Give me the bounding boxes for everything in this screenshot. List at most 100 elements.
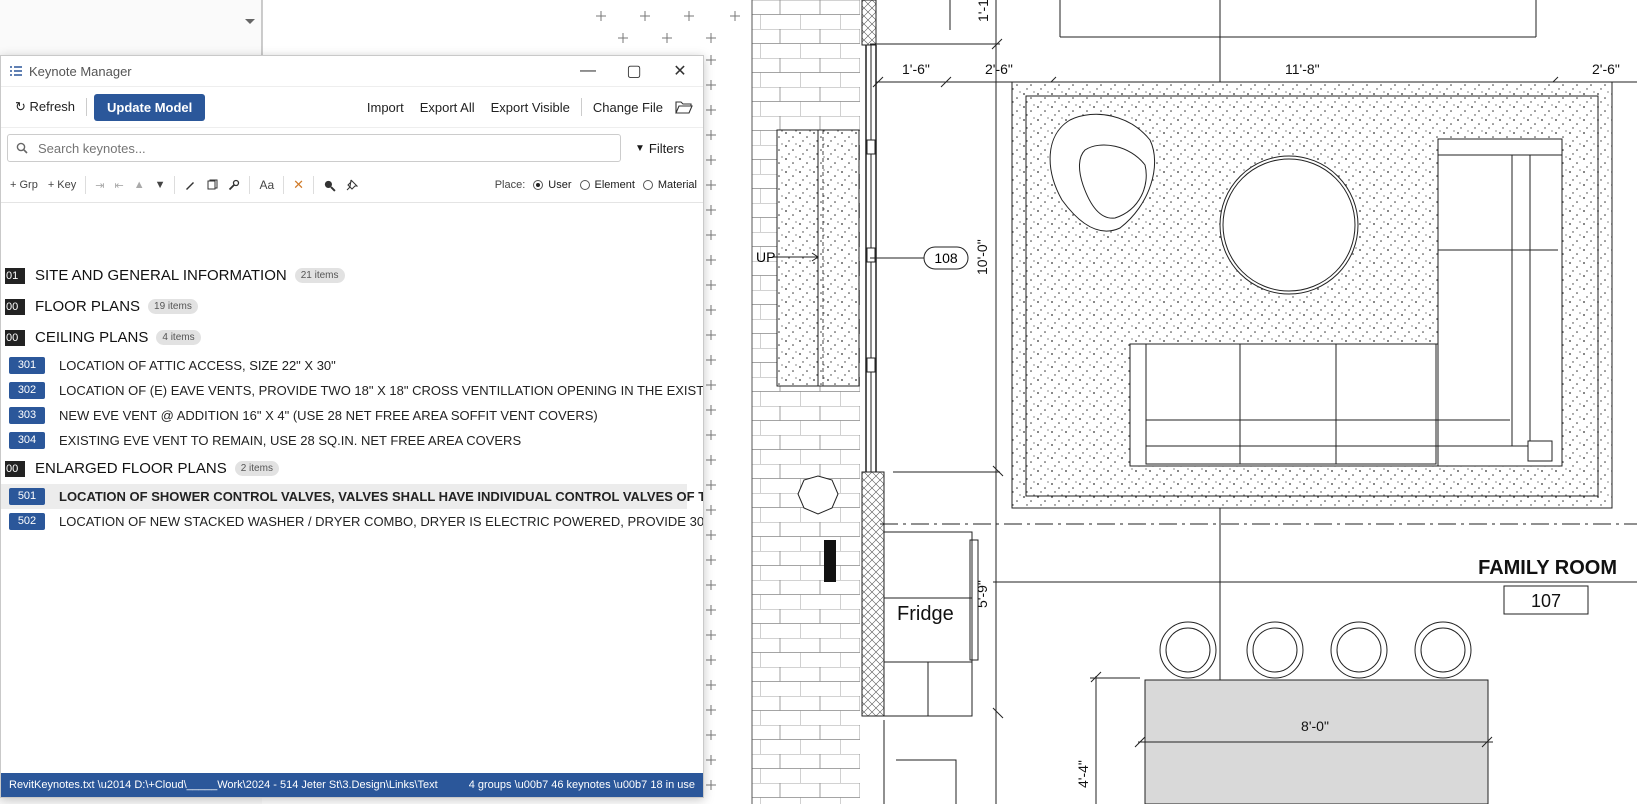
- search-icon: [16, 142, 28, 154]
- keynote-text: LOCATION OF SHOWER CONTROL VALVES, VALVE…: [59, 489, 704, 504]
- place-user-radio[interactable]: [533, 180, 544, 190]
- update-model-button[interactable]: Update Model: [94, 93, 206, 121]
- keynote-code: 304: [9, 432, 45, 449]
- toolbar-separator: [86, 98, 88, 116]
- minimize-button[interactable]: —: [565, 56, 611, 86]
- keynote-row[interactable]: 302 LOCATION OF (E) EAVE VENTS, PROVIDE …: [1, 378, 703, 403]
- item-count-badge: 21 items: [294, 268, 345, 283]
- import-button[interactable]: Import: [359, 96, 412, 119]
- item-count-badge: 4 items: [156, 330, 201, 345]
- item-count-badge: 19 items: [148, 299, 198, 314]
- stair-up-label: UP: [756, 249, 775, 265]
- close-button[interactable]: ✕: [657, 56, 703, 86]
- room-number: 107: [1531, 591, 1561, 611]
- dim-8-0: 8'-0": [1301, 718, 1329, 734]
- window-title: Keynote Manager: [29, 63, 132, 79]
- keynote-code: 502: [9, 513, 45, 530]
- keynote-code: 302: [9, 382, 45, 399]
- search-input[interactable]: [36, 139, 580, 157]
- status-file-path: RevitKeynotes.txt \u2014 D:\+Cloud\_____…: [9, 779, 438, 791]
- group-row[interactable]: 00 ENLARGED FLOOR PLANS 2 items: [1, 453, 687, 484]
- title-bar[interactable]: Keynote Manager — ▢ ✕: [1, 56, 703, 87]
- action-separator: [283, 176, 285, 194]
- refresh-button[interactable]: ↻ Refresh: [7, 95, 83, 119]
- add-group-button[interactable]: + Grp: [5, 179, 43, 191]
- move-down-button[interactable]: ▼: [150, 179, 171, 191]
- group-code: 00: [5, 329, 25, 346]
- group-code: 00: [5, 298, 25, 315]
- find-in-model-icon[interactable]: [318, 179, 341, 192]
- place-element-label: Element: [594, 179, 635, 191]
- outdent-button[interactable]: ⇤: [109, 179, 128, 192]
- filters-button[interactable]: ▼ Filters: [635, 141, 684, 156]
- group-code: 00: [5, 460, 25, 477]
- keynote-text: LOCATION OF ATTIC ACCESS, SIZE 22" X 30": [59, 358, 336, 373]
- place-element-radio[interactable]: [579, 180, 590, 190]
- main-toolbar: ↻ Refresh Update Model Import Export All…: [1, 87, 703, 128]
- keynote-row[interactable]: 303 NEW EVE VENT @ ADDITION 16" X 4" (US…: [1, 403, 687, 428]
- search-row: ▼ Filters: [1, 128, 703, 168]
- dim-2-6-left: 2'-6": [985, 61, 1013, 77]
- group-row[interactable]: 00 CEILING PLANS 4 items: [1, 322, 687, 353]
- list-icon: [10, 66, 22, 76]
- group-title: SITE AND GENERAL INFORMATION: [35, 267, 287, 284]
- dim-1-1: 1'-1: [975, 0, 991, 22]
- dim-11-8: 11'-8": [1285, 61, 1320, 77]
- fridge-label: Fridge: [897, 603, 954, 625]
- duplicate-icon[interactable]: [201, 179, 223, 191]
- export-all-button[interactable]: Export All: [412, 96, 483, 119]
- keynote-code: 301: [9, 357, 45, 374]
- place-label: Place:: [494, 179, 526, 191]
- status-summary: 4 groups \u00b7 46 keynotes \u00b7 18 in…: [468, 779, 695, 791]
- keynote-manager-window[interactable]: Keynote Manager — ▢ ✕ ↻ Refresh Update M…: [0, 55, 704, 798]
- text-case-button[interactable]: Aa: [254, 178, 279, 192]
- keynote-text: NEW EVE VENT @ ADDITION 16" X 4" (USE 28…: [59, 408, 598, 423]
- keynote-text: LOCATION OF NEW STACKED WASHER / DRYER C…: [59, 514, 704, 529]
- keynote-text: EXISTING EVE VENT TO REMAIN, USE 28 SQ.I…: [59, 433, 522, 448]
- keynote-text: LOCATION OF (E) EAVE VENTS, PROVIDE TWO …: [59, 383, 704, 398]
- toolbar-separator: [580, 98, 582, 116]
- group-title: ENLARGED FLOOR PLANS: [35, 460, 227, 477]
- wrench-icon[interactable]: [223, 179, 245, 191]
- place-material-radio[interactable]: [642, 180, 653, 190]
- indent-button[interactable]: ⇥: [90, 179, 109, 192]
- action-separator: [85, 176, 87, 194]
- keynote-row[interactable]: 304 EXISTING EVE VENT TO REMAIN, USE 28 …: [1, 428, 687, 453]
- keynote-code: 501: [9, 488, 45, 505]
- keynote-code: 303: [9, 407, 45, 424]
- keynote-row-selected[interactable]: 501 LOCATION OF SHOWER CONTROL VALVES, V…: [1, 484, 703, 509]
- keynote-row[interactable]: 301 LOCATION OF ATTIC ACCESS, SIZE 22" X…: [1, 353, 687, 378]
- bar-stools: [1159, 621, 1472, 679]
- filter-arrow-icon: ▼: [635, 142, 645, 154]
- place-user-label: User: [548, 179, 572, 191]
- item-count-badge: 2 items: [234, 461, 279, 476]
- dim-4-4: 4'-4": [1075, 760, 1091, 788]
- maximize-button[interactable]: ▢: [611, 56, 657, 86]
- place-material-label: Material: [657, 179, 697, 191]
- delete-button[interactable]: ✕: [288, 177, 309, 193]
- group-row[interactable]: 01 SITE AND GENERAL INFORMATION 21 items: [1, 260, 687, 291]
- search-box[interactable]: [7, 134, 621, 162]
- action-separator: [313, 176, 315, 194]
- action-separator: [249, 176, 251, 194]
- status-bar: RevitKeynotes.txt \u2014 D:\+Cloud\_____…: [1, 773, 703, 797]
- door-tag-108: 108: [934, 250, 958, 266]
- folder-open-icon[interactable]: [675, 100, 693, 114]
- group-row[interactable]: 00 FLOOR PLANS 19 items: [1, 291, 687, 322]
- pin-icon[interactable]: [341, 179, 363, 191]
- filters-label: Filters: [648, 140, 685, 156]
- room-name: FAMILY ROOM: [1478, 557, 1617, 579]
- move-up-button[interactable]: ▲: [129, 179, 150, 191]
- action-separator: [174, 176, 176, 194]
- keynote-tree[interactable]: 01 SITE AND GENERAL INFORMATION 21 items…: [1, 256, 703, 796]
- keynote-row[interactable]: 502 LOCATION OF NEW STACKED WASHER / DRY…: [1, 509, 703, 534]
- export-visible-button[interactable]: Export Visible: [483, 96, 578, 119]
- edit-pencil-icon[interactable]: [179, 179, 201, 191]
- action-bar: + Grp + Key ⇥ ⇤ ▲ ▼ Aa ✕ Place: User Ele…: [1, 168, 703, 203]
- group-code: 01: [5, 267, 25, 284]
- add-key-button[interactable]: + Key: [43, 179, 81, 191]
- dim-10-0: 10'-0": [974, 239, 990, 275]
- group-title: FLOOR PLANS: [35, 298, 141, 315]
- change-file-button[interactable]: Change File: [585, 96, 671, 119]
- dim-5-9: 5'-9": [974, 580, 990, 608]
